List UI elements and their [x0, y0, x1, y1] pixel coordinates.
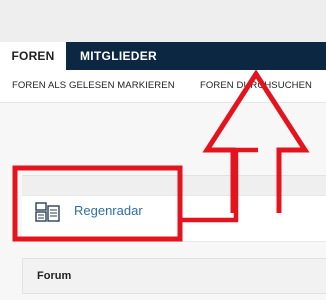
tab-forums-label: FOREN [11, 49, 55, 63]
mark-forums-read-link[interactable]: FOREN ALS GELESEN MARKIEREN [12, 70, 175, 102]
tab-members[interactable]: MITGLIEDER [80, 42, 157, 70]
page: FOREN MITGLIEDER FOREN ALS GELESEN MARKI… [0, 0, 326, 300]
forum-category-bar [22, 175, 326, 196]
forum-column-header: Forum [22, 258, 326, 294]
main-navbar: FOREN MITGLIEDER [0, 42, 326, 70]
sub-navbar: FOREN ALS GELESEN MARKIEREN FOREN DURCHS… [0, 70, 326, 103]
forum-docs-icon [35, 201, 61, 223]
forum-link-regenradar[interactable]: Regenradar [74, 203, 143, 218]
top-band [0, 0, 326, 42]
tab-forums[interactable]: FOREN [0, 42, 66, 70]
forum-row [22, 195, 326, 242]
search-forums-link[interactable]: FOREN DURCHSUCHEN [200, 70, 312, 102]
tab-members-label: MITGLIEDER [80, 49, 157, 63]
forum-column-header-label: Forum [37, 270, 72, 282]
